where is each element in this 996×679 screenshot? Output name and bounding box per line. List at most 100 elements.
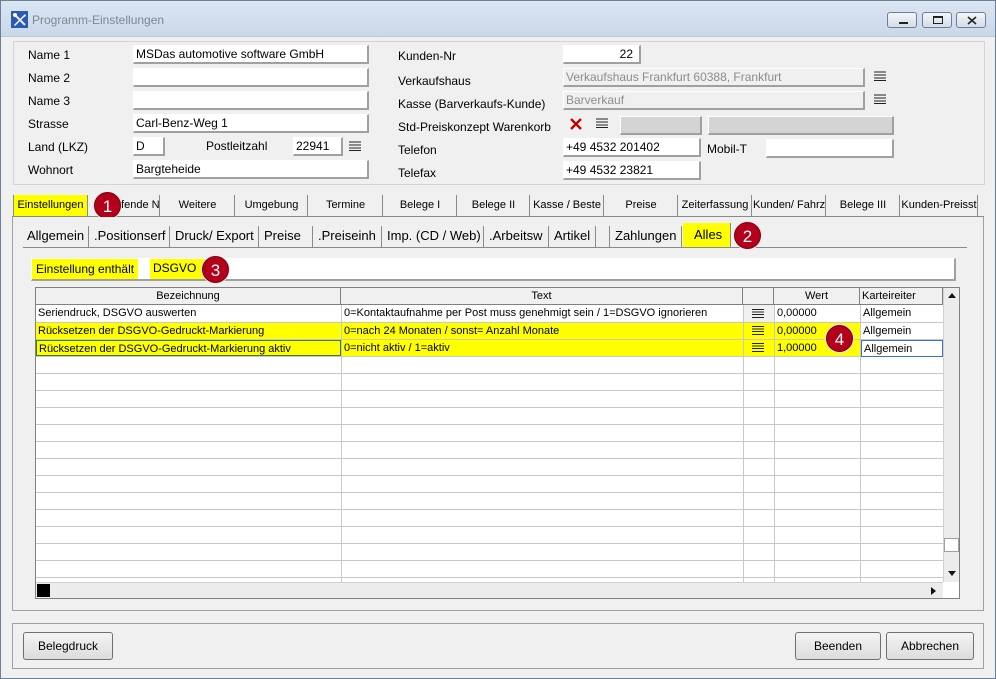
abbrechen-button[interactable]: Abbrechen <box>886 632 974 660</box>
column-header-wert[interactable]: Wert <box>774 288 860 305</box>
cell-list-button[interactable] <box>744 305 774 322</box>
cell-bezeichnung[interactable]: Rücksetzen der DSGVO-Gedruckt-Markierung… <box>36 340 341 356</box>
cell-karteireiter[interactable]: Allgemein <box>861 340 943 357</box>
subtab-artikel[interactable]: Artikel <box>550 226 596 247</box>
preiskonzept-desc-field <box>708 116 894 135</box>
preiskonzept-label: Std-Preiskonzept Warenkorb <box>398 120 551 134</box>
verkaufshaus-field[interactable]: Verkaufshaus Frankfurt 60388, Frankfurt <box>563 68 865 87</box>
list-icon <box>752 343 764 352</box>
land-label: Land (LKZ) <box>28 140 89 154</box>
subtab-druck-export[interactable]: Druck/ Export <box>171 226 259 247</box>
tab-umgebung[interactable]: Umgebung <box>236 195 308 216</box>
tools-icon <box>11 11 28 28</box>
column-header-list[interactable] <box>743 288 774 305</box>
telefon-field[interactable]: +49 4532 201402 <box>563 138 701 157</box>
preiskonzept-field[interactable] <box>620 116 702 135</box>
maximize-button[interactable] <box>922 12 952 28</box>
telefax-label: Telefax <box>398 166 437 180</box>
tab-kunden-preisst[interactable]: Kunden-Preisst <box>901 195 978 216</box>
name1-field[interactable]: MSDas automotive software GmbH <box>133 45 369 64</box>
subtab-alles[interactable]: Alles <box>683 223 731 247</box>
step-badge-3: 3 <box>202 256 229 283</box>
scroll-thumb[interactable] <box>37 584 50 597</box>
tab-kunden-fahrz[interactable]: Kunden/ Fahrz <box>753 195 826 216</box>
land-field[interactable]: D <box>133 137 165 156</box>
kasse-label: Kasse (Barverkaufs-Kunde) <box>398 97 546 111</box>
cell-bezeichnung[interactable]: Rücksetzen der DSGVO-Gedruckt-Markierung <box>36 323 341 339</box>
tab-einstellungen[interactable]: Einstellungen <box>13 195 88 216</box>
cell-text[interactable]: 0=nach 24 Monaten / sonst= Anzahl Monate <box>342 323 743 339</box>
scroll-thumb[interactable] <box>944 538 959 552</box>
close-icon <box>967 16 977 25</box>
x-icon[interactable] <box>569 117 583 131</box>
subtab-allgemein[interactable]: Allgemein <box>23 226 89 247</box>
list-icon[interactable] <box>874 94 886 104</box>
cell-list-button[interactable] <box>744 323 774 339</box>
subtab-positionserf[interactable]: .Positionserf <box>90 226 170 247</box>
tab-weitere[interactable]: Weitere <box>161 195 235 216</box>
cell-text[interactable]: 0=nicht aktiv / 1=aktiv <box>342 340 743 356</box>
close-button[interactable] <box>956 12 986 28</box>
column-header-text[interactable]: Text <box>341 288 743 305</box>
column-header-bezeichnung[interactable]: Bezeichnung <box>36 288 341 305</box>
subtab-preiseinh[interactable]: .Preiseinh <box>314 226 382 247</box>
mobil-field[interactable] <box>766 139 894 158</box>
tab-belege-1[interactable]: Belege I <box>384 195 457 216</box>
name2-field[interactable] <box>133 68 369 87</box>
strasse-field[interactable]: Carl-Benz-Weg 1 <box>133 114 369 133</box>
plz-field[interactable]: 22941 <box>293 137 343 156</box>
step-badge-1: 1 <box>94 192 121 219</box>
tab-belege-2[interactable]: Belege II <box>458 195 530 216</box>
kundennr-label: Kunden-Nr <box>398 49 457 63</box>
name3-label: Name 3 <box>28 94 71 108</box>
scroll-up-icon[interactable] <box>948 293 956 298</box>
settings-window: Programm-Einstellungen Name 1 MSDas auto… <box>0 0 996 679</box>
column-header-karteireiter[interactable]: Karteireiter <box>860 288 943 305</box>
strasse-label: Strasse <box>28 117 69 131</box>
minimize-button[interactable] <box>887 12 917 28</box>
subtab-preise[interactable]: Preise <box>260 226 313 247</box>
telefax-field[interactable]: +49 4532 23821 <box>563 161 701 180</box>
cell-list-button[interactable] <box>744 340 774 356</box>
list-icon[interactable] <box>874 71 886 81</box>
subtab-empty[interactable] <box>597 226 610 247</box>
scroll-down-icon[interactable] <box>948 571 956 576</box>
kundennr-field[interactable]: 22 <box>563 45 641 64</box>
cell-karteireiter[interactable]: Allgemein <box>861 305 943 322</box>
cell-bezeichnung[interactable]: Seriendruck, DSGVO auswerten <box>36 305 341 322</box>
step-badge-2: 2 <box>734 222 761 249</box>
list-icon[interactable] <box>596 118 608 128</box>
cell-karteireiter[interactable]: Allgemein <box>861 323 943 340</box>
telefon-label: Telefon <box>398 143 437 157</box>
scroll-right-icon[interactable] <box>931 587 936 595</box>
tab-belege-3[interactable]: Belege III <box>827 195 900 216</box>
list-icon <box>752 309 764 318</box>
name1-label: Name 1 <box>28 48 71 62</box>
vertical-scrollbar[interactable] <box>943 288 959 582</box>
subtab-arbeitsw[interactable]: .Arbeitsw <box>485 226 549 247</box>
cell-wert[interactable]: 0,00000 <box>775 305 860 322</box>
cell-text[interactable]: 0=Kontaktaufnahme per Post muss genehmig… <box>342 305 743 322</box>
subtab-imp-cd-web[interactable]: Imp. (CD / Web) <box>383 226 484 247</box>
horizontal-scrollbar[interactable] <box>36 582 943 598</box>
mobil-label: Mobil-T <box>707 142 748 156</box>
filter-input[interactable]: DSGVO <box>150 259 206 279</box>
list-icon[interactable] <box>349 141 361 151</box>
maximize-icon <box>933 16 943 24</box>
kasse-field[interactable]: Barverkauf <box>563 91 865 110</box>
belegdruck-button[interactable]: Belegdruck <box>23 632 113 660</box>
sub-tab-baseline <box>23 247 967 248</box>
verkaufshaus-label: Verkaufshaus <box>398 74 471 88</box>
step-badge-4: 4 <box>826 325 853 352</box>
beenden-button[interactable]: Beenden <box>795 632 881 660</box>
plz-label: Postleitzahl <box>206 139 268 153</box>
tab-kasse-beste[interactable]: Kasse / Beste <box>531 195 604 216</box>
subtab-zahlungen[interactable]: Zahlungen <box>611 226 682 247</box>
name3-field[interactable] <box>133 91 369 110</box>
tab-termine[interactable]: Termine <box>309 195 383 216</box>
title-bar[interactable]: Programm-Einstellungen <box>1 1 995 37</box>
tab-zeiterfassung[interactable]: Zeiterfassung <box>679 195 752 216</box>
tab-preise[interactable]: Preise <box>605 195 678 216</box>
settings-table[interactable]: Bezeichnung Text Wert Karteireiter Serie… <box>35 287 960 599</box>
wohnort-field[interactable]: Bargteheide <box>133 160 369 179</box>
